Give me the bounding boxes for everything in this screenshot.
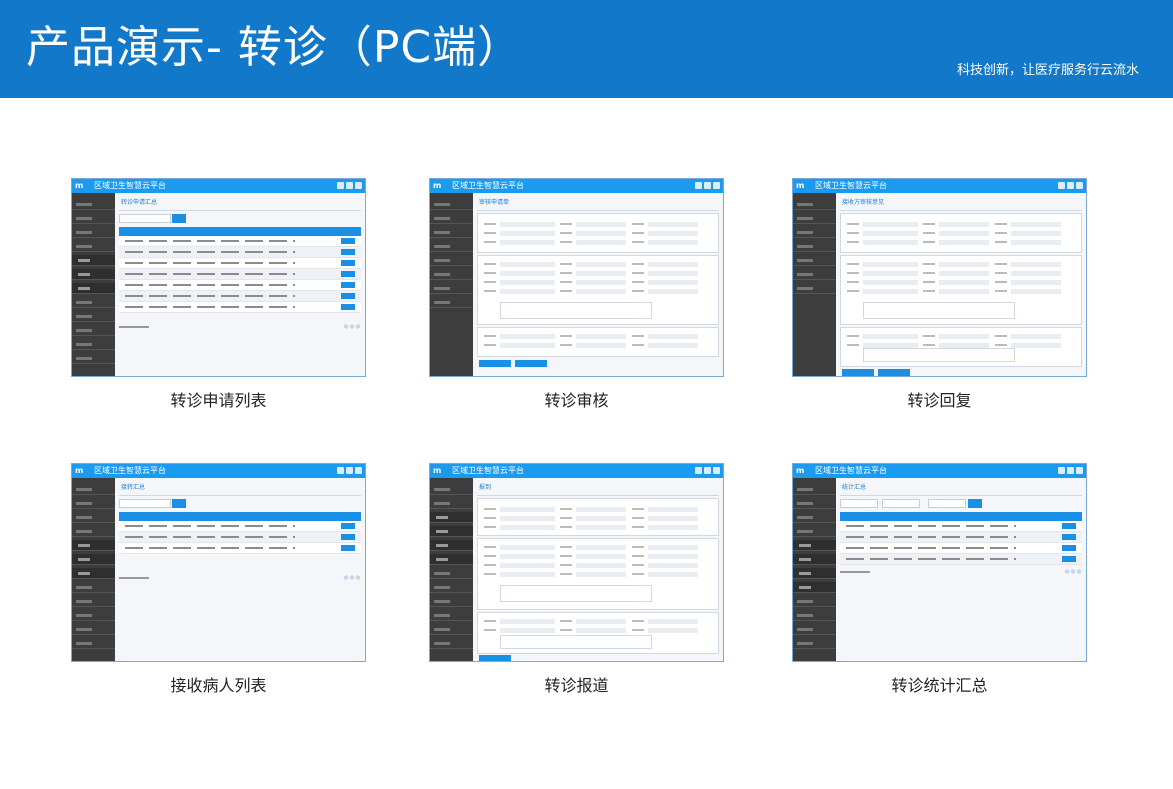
- app-sidebar: [793, 478, 836, 661]
- screen-heading: 转诊申请汇总: [119, 196, 361, 211]
- screenshot-referral-review[interactable]: m 区域卫生智慧云平台 审核申请单: [429, 178, 724, 377]
- app-brand: 区域卫生智慧云平台: [815, 466, 887, 475]
- app-sidebar: [72, 193, 115, 376]
- app-main: 转诊申请汇总: [115, 193, 365, 376]
- table-header: [119, 512, 361, 521]
- app-sidebar: [430, 478, 473, 661]
- app-logo-icon: m: [75, 181, 84, 190]
- search-input: [119, 214, 171, 223]
- search-input: [119, 499, 171, 508]
- caption-referral-report: 转诊报道: [544, 676, 609, 695]
- date-from-input: [840, 499, 878, 508]
- screen-heading: 审核申请单: [477, 196, 719, 211]
- caption-receive-patient-list: 接收病人列表: [170, 676, 267, 695]
- app-logo-icon: m: [75, 466, 84, 475]
- screen-heading: 接收方审核意见: [840, 196, 1082, 211]
- screenshot-referral-statistics[interactable]: m 区域卫生智慧云平台 统计汇总: [792, 463, 1087, 662]
- screen-heading: 统计汇总: [840, 481, 1082, 496]
- screenshot-receive-patient-list[interactable]: m 区域卫生智慧云平台 接转汇总: [71, 463, 366, 662]
- caption-referral-reply: 转诊回复: [907, 391, 972, 410]
- pager: [840, 568, 1082, 576]
- table-header: [840, 512, 1082, 521]
- toolbar-icons: [337, 182, 362, 190]
- caption-referral-statistics: 转诊统计汇总: [891, 676, 988, 695]
- app-logo-icon: m: [796, 466, 805, 475]
- app-brand: 区域卫生智慧云平台: [94, 181, 166, 190]
- pager: [119, 574, 361, 582]
- app-sidebar: [793, 193, 836, 376]
- date-to-input: [882, 499, 920, 508]
- app-logo-icon: m: [433, 466, 442, 475]
- app-brand: 区域卫生智慧云平台: [815, 181, 887, 190]
- slogan: 科技创新，让医疗服务行云流水: [956, 63, 1139, 78]
- reject-button: [878, 369, 910, 376]
- table-header: [119, 227, 361, 236]
- screenshot-referral-request-list[interactable]: m 区域卫生智慧云平台 转诊申请汇总: [71, 178, 366, 377]
- reject-button: [515, 360, 547, 367]
- search-button: [172, 499, 186, 508]
- app-sidebar: [72, 478, 115, 661]
- report-button: [479, 655, 511, 661]
- screenshot-referral-report[interactable]: m 区域卫生智慧云平台 报到: [429, 463, 724, 662]
- app-logo-icon: m: [796, 181, 805, 190]
- pager: [119, 323, 361, 331]
- app-brand: 区域卫生智慧云平台: [452, 181, 524, 190]
- search-button: [968, 499, 982, 508]
- page-title: 产品演示- 转诊（PC端）: [26, 22, 523, 73]
- app-logo-icon: m: [433, 181, 442, 190]
- caption-referral-review: 转诊审核: [544, 391, 609, 410]
- app-sidebar: [430, 193, 473, 376]
- app-brand: 区域卫生智慧云平台: [452, 466, 524, 475]
- screen-heading: 报到: [477, 481, 719, 496]
- caption-referral-request-list: 转诊申请列表: [170, 391, 267, 410]
- header-banner: 产品演示- 转诊（PC端） 科技创新，让医疗服务行云流水: [0, 0, 1173, 98]
- submit-button: [842, 369, 874, 376]
- filter-input: [928, 499, 966, 508]
- app-brand: 区域卫生智慧云平台: [94, 466, 166, 475]
- search-button: [172, 214, 186, 223]
- submit-button: [479, 360, 511, 367]
- app-top-bar: m 区域卫生智慧云平台: [72, 179, 365, 193]
- screenshot-referral-reply[interactable]: m 区域卫生智慧云平台 接收方审核意见: [792, 178, 1087, 377]
- screen-heading: 接转汇总: [119, 481, 361, 496]
